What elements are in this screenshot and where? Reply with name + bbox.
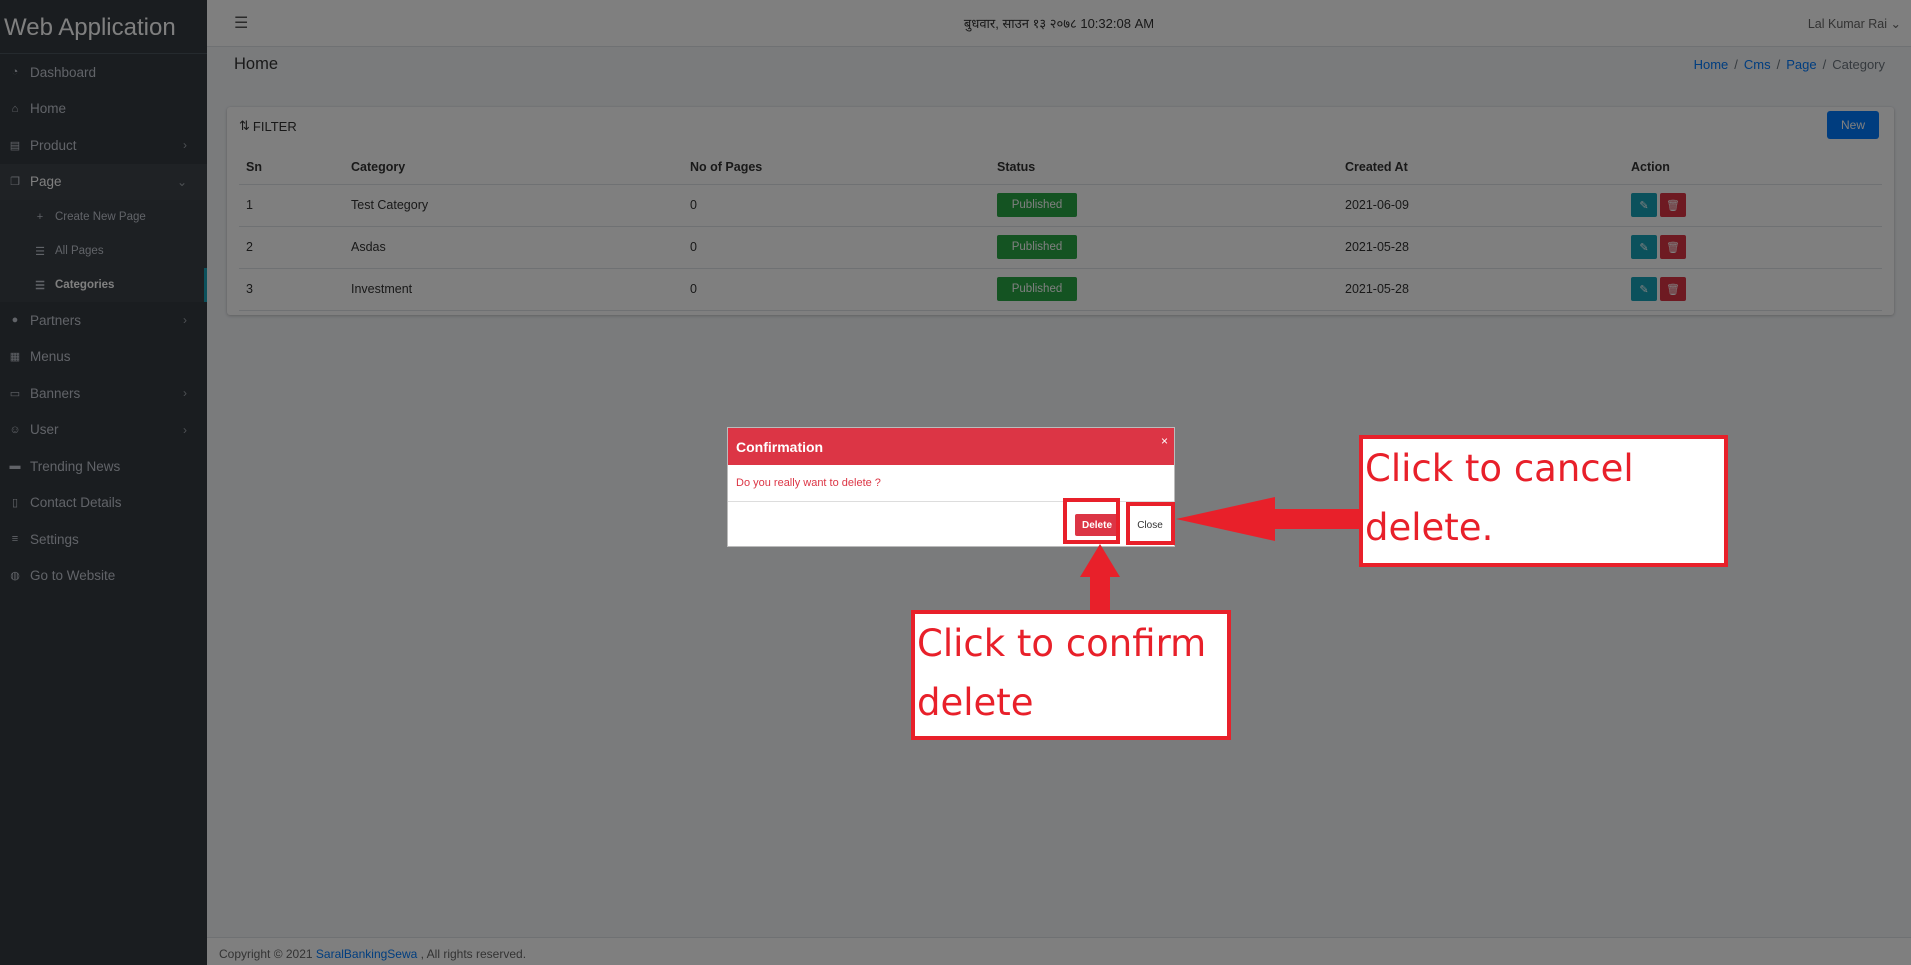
cancel-annotation: Click to cancel delete. — [1359, 435, 1728, 567]
confirm-annotation-line2: delete — [917, 681, 1034, 724]
close-highlight-box — [1126, 502, 1175, 545]
delete-highlight-box — [1063, 498, 1120, 544]
confirm-annotation: Click to confirm delete — [911, 610, 1231, 740]
arrow-up-icon — [1080, 544, 1120, 612]
confirm-annotation-line1: Click to confirm — [917, 622, 1207, 665]
cancel-annotation-line1: Click to cancel — [1365, 447, 1634, 490]
modal-message: Do you really want to delete ? — [728, 465, 1174, 502]
modal-close-x-icon[interactable]: × — [1161, 434, 1168, 448]
modal-header: Confirmation × — [728, 428, 1174, 465]
cancel-annotation-line2: delete. — [1365, 506, 1494, 549]
arrow-left-icon — [1176, 497, 1361, 541]
modal-title: Confirmation — [736, 439, 824, 455]
